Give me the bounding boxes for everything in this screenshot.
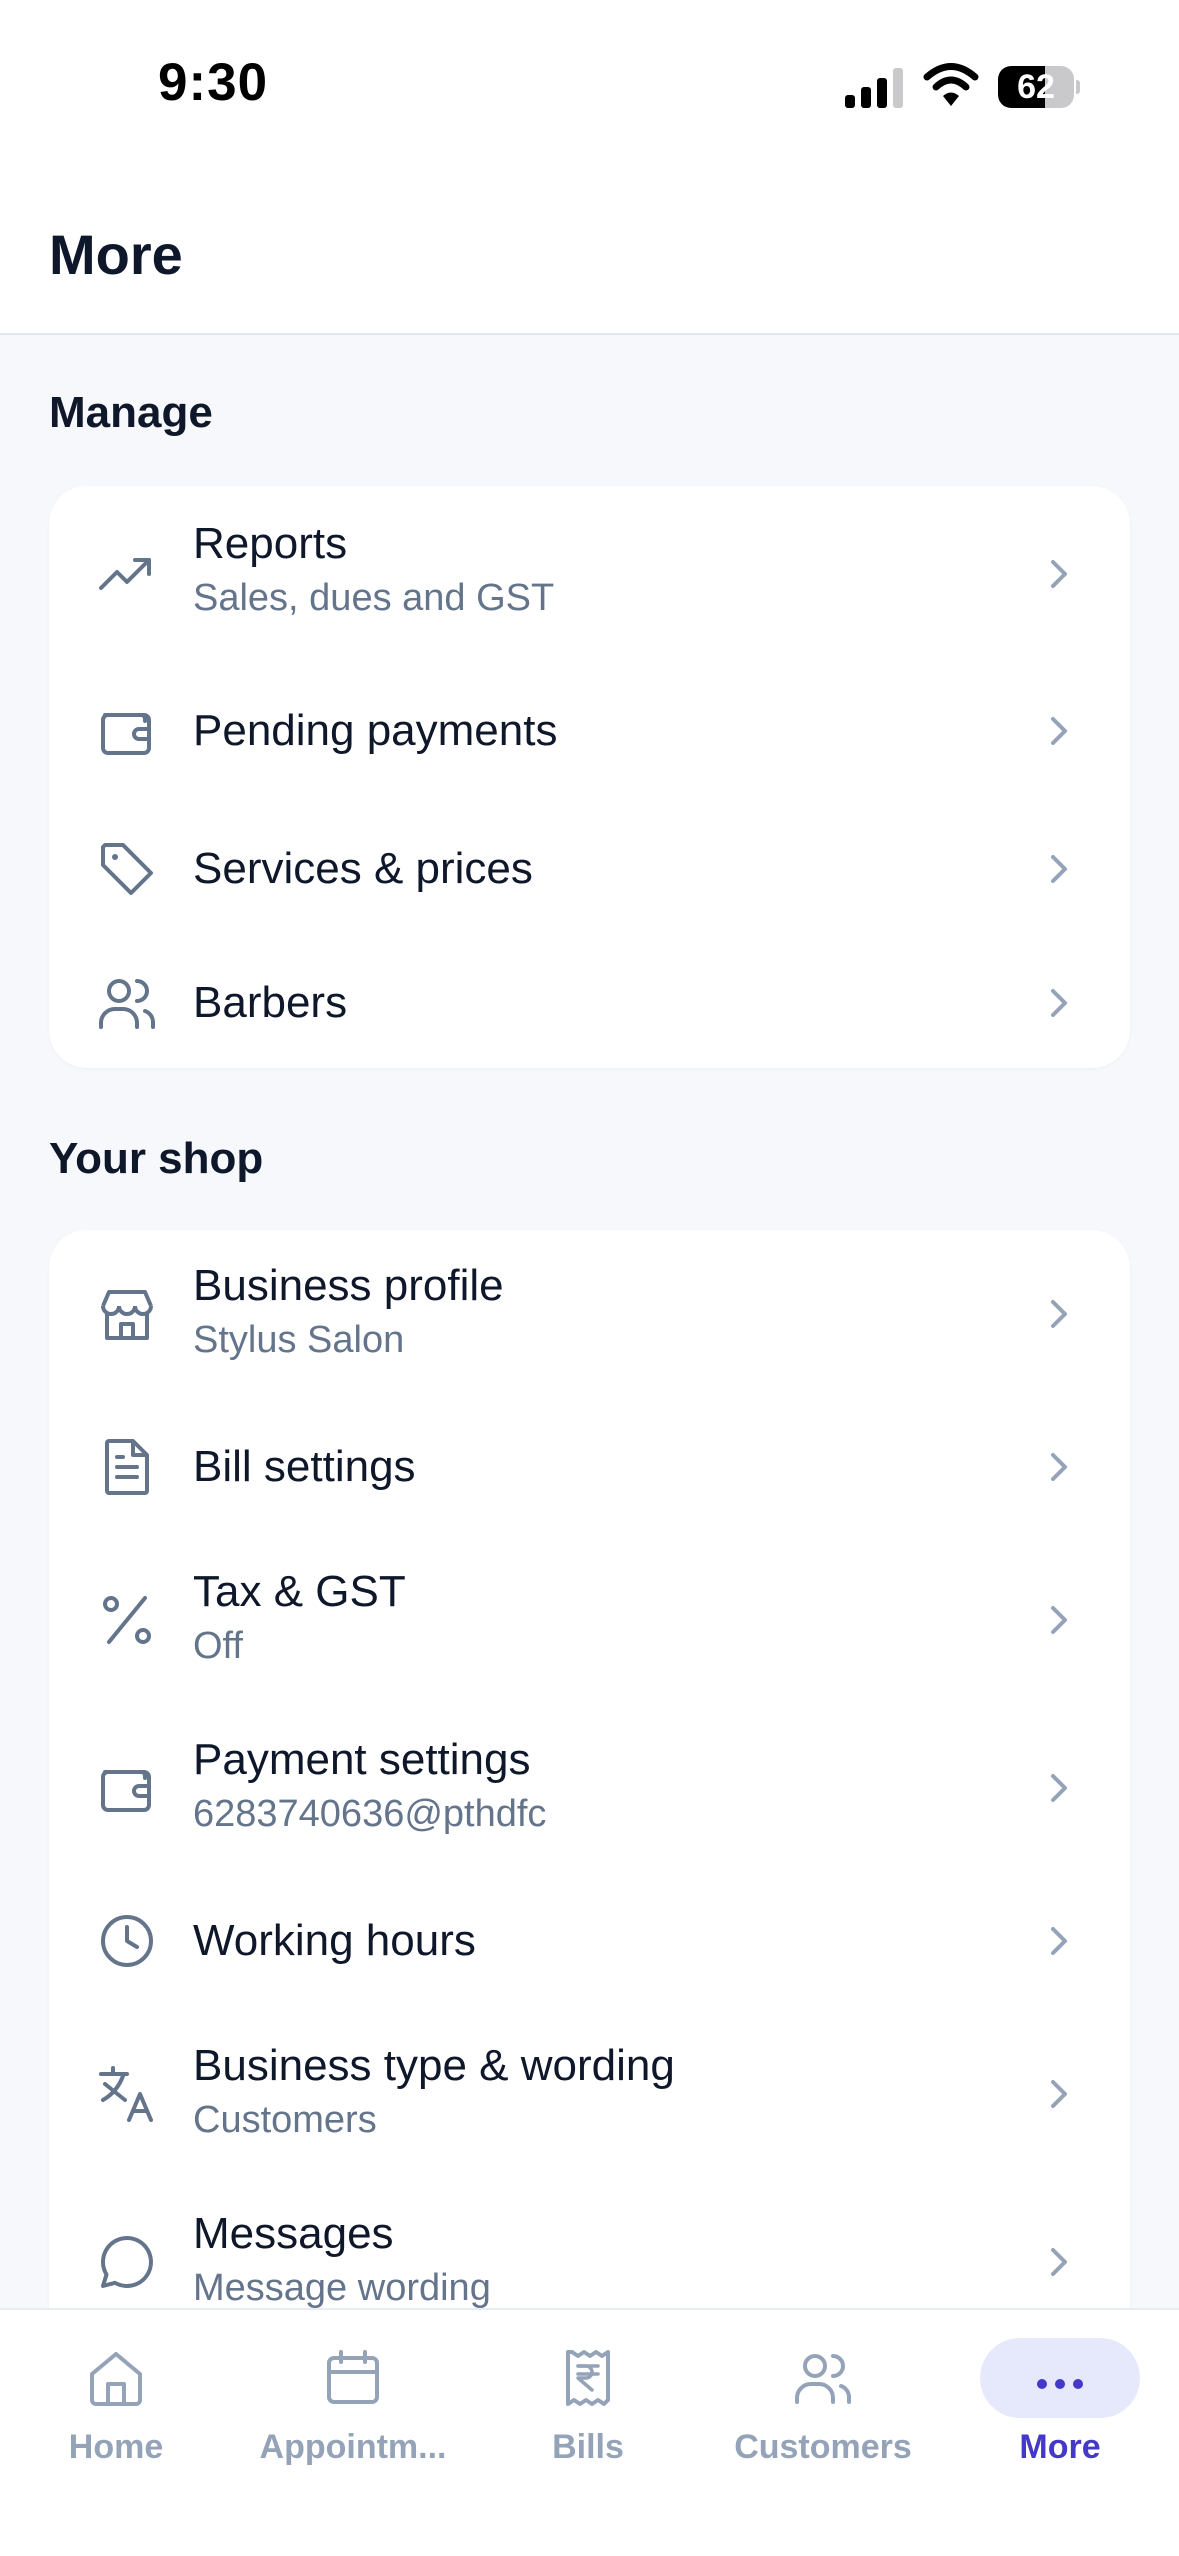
chat-icon <box>95 2230 159 2294</box>
menu-item-label: Payment settings <box>193 1735 531 1784</box>
menu-item-label: Bill settings <box>193 1442 416 1491</box>
chevron-right-icon <box>1039 711 1079 751</box>
menu-item-subtitle: Message wording <box>193 2267 491 2309</box>
chevron-right-icon <box>1039 2074 1079 2114</box>
menu-item-payment-settings[interactable]: Payment settings 6283740636@pthdfc <box>49 1704 1130 1872</box>
chevron-right-icon <box>1039 1600 1079 1640</box>
menu-item-label: Messages <box>193 2209 394 2258</box>
status-time: 9:30 <box>158 53 269 112</box>
section-title-your-shop: Your shop <box>49 1134 264 1183</box>
chevron-right-icon <box>1039 1294 1079 1334</box>
chevron-right-icon <box>1039 1921 1079 1961</box>
menu-item-subtitle: Stylus Salon <box>193 1319 405 1361</box>
shop-card: Business profile Stylus Salon Bill setti… <box>49 1230 1130 2350</box>
menu-item-subtitle: Off <box>193 1625 243 1667</box>
menu-item-label: Tax & GST <box>193 1567 406 1616</box>
wallet-icon <box>95 699 159 763</box>
clock-icon <box>95 1909 159 1973</box>
tab-label: Home <box>68 2428 164 2466</box>
menu-item-bill-settings[interactable]: Bill settings <box>49 1398 1130 1536</box>
tag-icon <box>95 837 159 901</box>
users-icon <box>791 2346 855 2410</box>
tab-appointments[interactable]: Appointm... <box>246 2310 460 2470</box>
menu-item-business-type-wording[interactable]: Business type & wording Customers <box>49 2010 1130 2178</box>
chevron-right-icon <box>1039 2242 1079 2282</box>
manage-card: Reports Sales, dues and GST Pending paym… <box>49 486 1130 1068</box>
cellular-signal-icon <box>845 68 905 108</box>
chevron-right-icon <box>1039 983 1079 1023</box>
bottom-tab-bar: Home Appointm... Bills Customers More <box>0 2308 1179 2556</box>
tab-more[interactable]: More <box>964 2310 1156 2470</box>
battery-icon: 62 <box>998 66 1080 108</box>
users-icon <box>95 971 159 1035</box>
home-icon <box>84 2346 148 2410</box>
chevron-right-icon <box>1039 1447 1079 1487</box>
tab-label: Appointm... <box>259 2428 447 2466</box>
menu-item-working-hours[interactable]: Working hours <box>49 1872 1130 2010</box>
menu-item-pending-payments[interactable]: Pending payments <box>49 662 1130 800</box>
menu-item-label: Business type & wording <box>193 2041 675 2090</box>
tab-home[interactable]: Home <box>26 2310 206 2470</box>
tab-label: Bills <box>552 2428 624 2466</box>
menu-item-label: Services & prices <box>193 844 533 893</box>
menu-item-subtitle: Customers <box>193 2099 377 2141</box>
menu-item-label: Working hours <box>193 1916 476 1965</box>
tab-label: Customers <box>734 2428 912 2466</box>
page-title: More <box>49 223 183 286</box>
menu-item-label: Reports <box>193 519 348 568</box>
menu-item-business-profile[interactable]: Business profile Stylus Salon <box>49 1230 1130 1398</box>
section-title-manage: Manage <box>49 388 213 437</box>
chevron-right-icon <box>1039 849 1079 889</box>
translate-icon <box>95 2062 159 2126</box>
trending-up-icon <box>95 542 159 606</box>
menu-item-reports[interactable]: Reports Sales, dues and GST <box>49 486 1130 662</box>
document-icon <box>95 1435 159 1499</box>
store-icon <box>95 1282 159 1346</box>
menu-item-label: Pending payments <box>193 706 558 755</box>
page-header: More <box>0 160 1179 335</box>
chevron-right-icon <box>1039 1768 1079 1808</box>
menu-item-tax-gst[interactable]: Tax & GST Off <box>49 1536 1130 1704</box>
receipt-icon <box>556 2346 620 2410</box>
more-screen: 9:30 62 More Manage Reports Sales, dues … <box>0 0 1179 2556</box>
percent-icon <box>95 1588 159 1652</box>
menu-item-subtitle: Sales, dues and GST <box>193 577 555 619</box>
wifi-icon <box>923 62 979 108</box>
more-dots-icon <box>1028 2346 1092 2410</box>
menu-item-services-prices[interactable]: Services & prices <box>49 800 1130 938</box>
menu-item-label: Business profile <box>193 1261 504 1310</box>
menu-item-barbers[interactable]: Barbers <box>49 938 1130 1068</box>
tab-label: More <box>1019 2428 1101 2466</box>
tab-customers[interactable]: Customers <box>720 2310 926 2470</box>
battery-level: 62 <box>1017 68 1055 106</box>
menu-item-label: Barbers <box>193 978 348 1027</box>
chevron-right-icon <box>1039 554 1079 594</box>
tab-bills[interactable]: Bills <box>500 2310 676 2470</box>
wallet-icon <box>95 1756 159 1820</box>
menu-item-subtitle: 6283740636@pthdfc <box>193 1793 547 1835</box>
calendar-icon <box>321 2346 385 2410</box>
status-bar: 9:30 62 <box>0 0 1179 160</box>
